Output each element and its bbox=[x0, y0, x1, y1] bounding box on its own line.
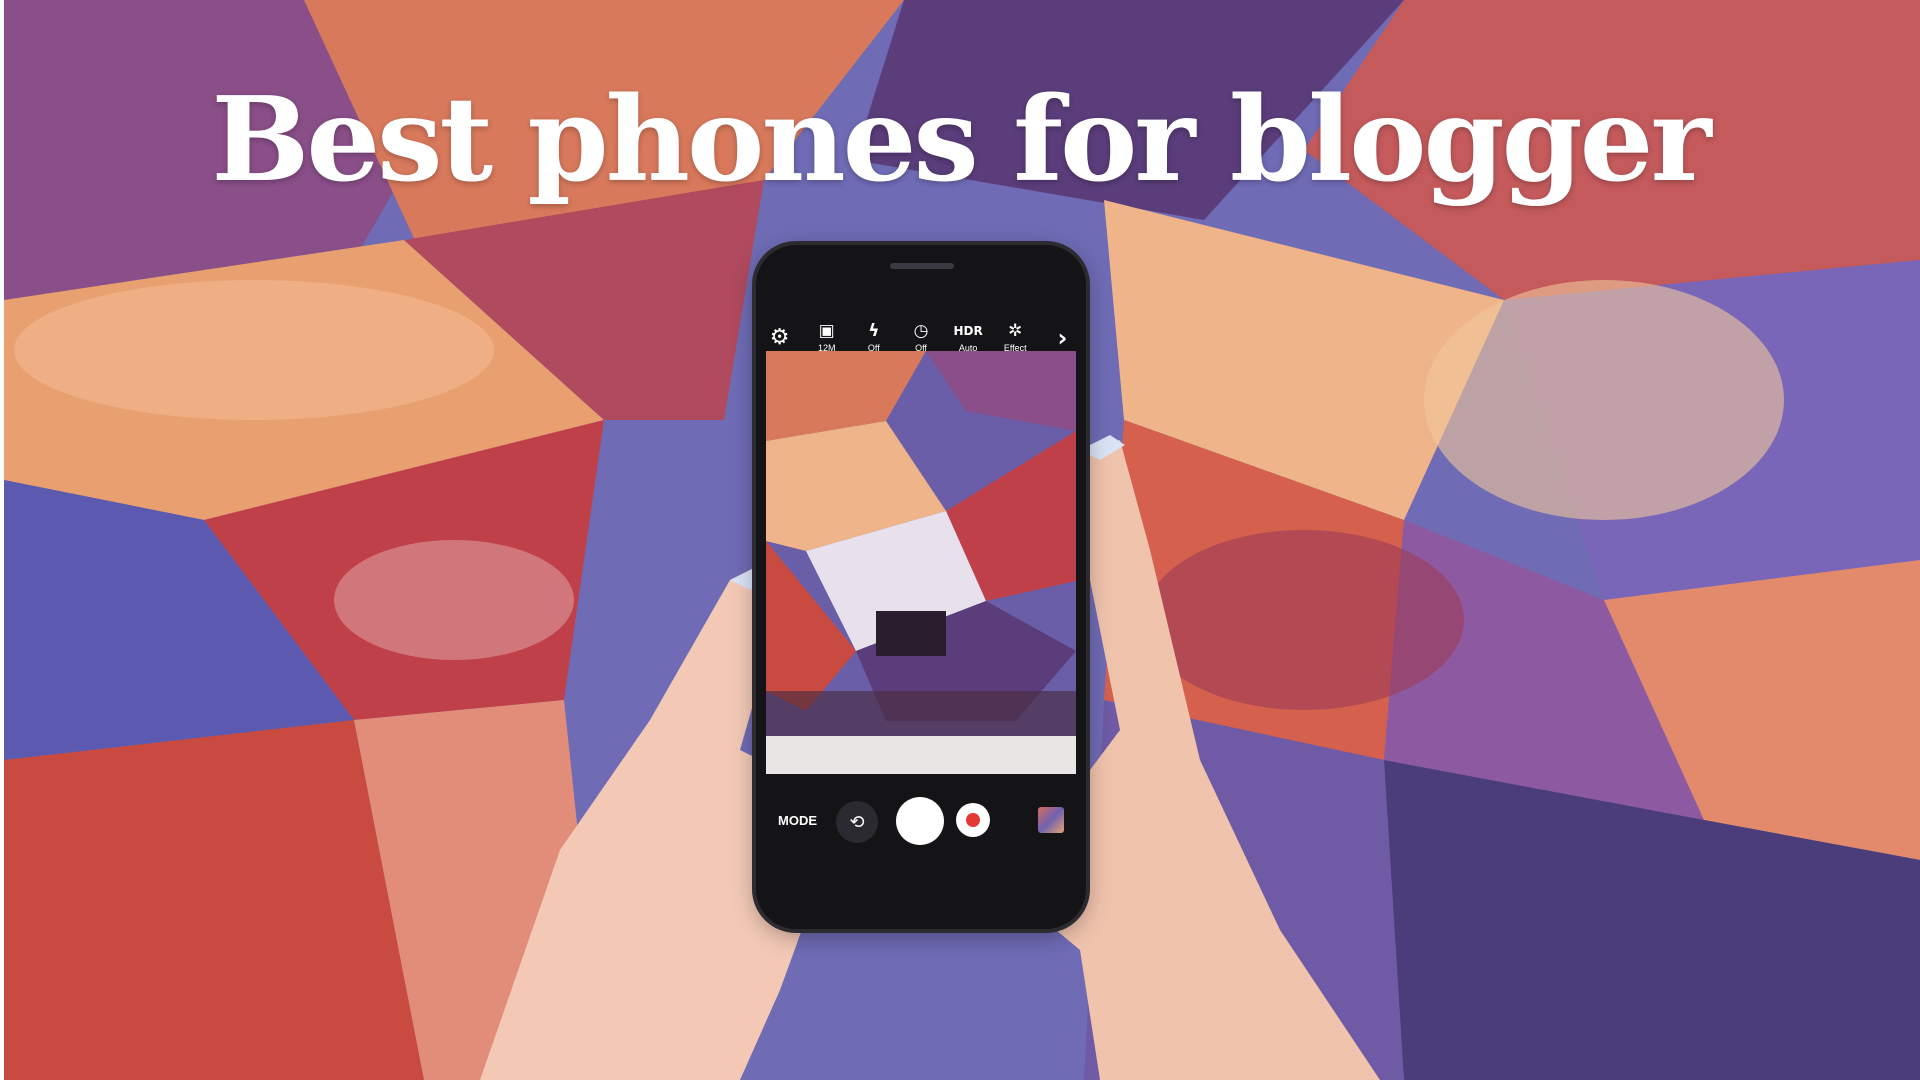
chevron-right-icon: › bbox=[1057, 324, 1068, 352]
camera-controls: MODE ⟲ bbox=[756, 793, 1086, 863]
page-title: Best phones for blogger bbox=[211, 72, 1711, 208]
viewfinder-image bbox=[766, 351, 1076, 774]
effect-button[interactable]: ✲ Effect bbox=[994, 322, 1036, 354]
shutter-button[interactable] bbox=[896, 797, 944, 845]
record-button[interactable] bbox=[956, 803, 990, 837]
record-dot-icon bbox=[966, 813, 980, 827]
gear-icon: ⚙ bbox=[769, 325, 790, 350]
phone-speaker bbox=[890, 263, 954, 269]
timer-icon: ◷ bbox=[913, 321, 929, 341]
resolution-icon: ▣ bbox=[818, 321, 835, 341]
smartphone: ⚙ ▣ 12M ϟ Off ◷ Off HDR Auto ✲ Effect › bbox=[756, 245, 1086, 929]
gallery-thumbnail[interactable] bbox=[1038, 807, 1064, 833]
resolution-button[interactable]: ▣ 12M bbox=[806, 322, 848, 354]
switch-camera-icon: ⟲ bbox=[849, 811, 865, 833]
flash-icon: ϟ bbox=[868, 321, 880, 341]
settings-button[interactable]: ⚙ bbox=[759, 326, 801, 350]
flash-button[interactable]: ϟ Off bbox=[853, 322, 895, 354]
hdr-icon: HDR bbox=[953, 324, 983, 338]
camera-viewfinder[interactable] bbox=[766, 351, 1076, 774]
timer-button[interactable]: ◷ Off bbox=[900, 322, 942, 354]
switch-camera-button[interactable]: ⟲ bbox=[836, 801, 878, 843]
mode-button[interactable]: MODE bbox=[778, 813, 817, 828]
more-options-button[interactable]: › bbox=[1041, 326, 1083, 350]
effect-icon: ✲ bbox=[1008, 321, 1023, 341]
hdr-button[interactable]: HDR Auto bbox=[947, 322, 989, 354]
